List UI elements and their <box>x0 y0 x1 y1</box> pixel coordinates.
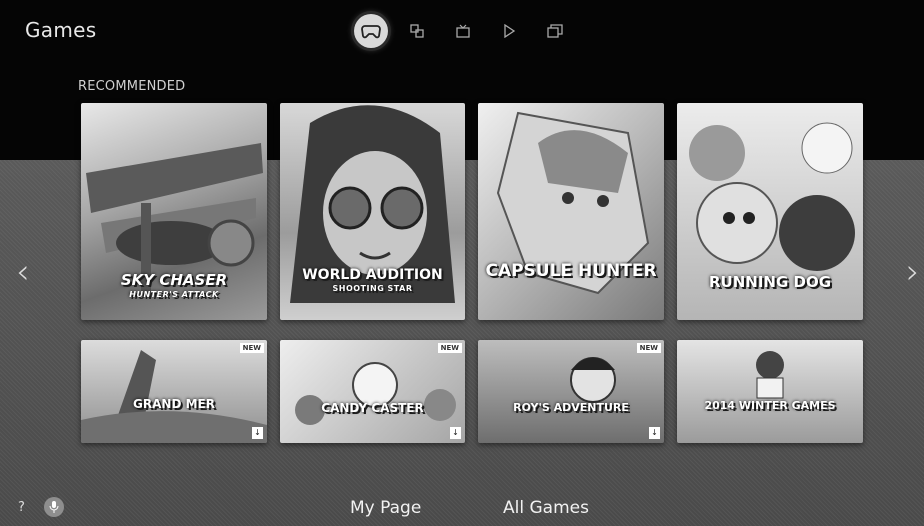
tile-art <box>478 103 664 320</box>
scroll-left-arrow[interactable]: ‹ <box>16 255 32 289</box>
apps-icon[interactable] <box>400 14 434 48</box>
download-icon: ↓ <box>252 427 263 439</box>
top-nav <box>354 14 584 48</box>
all-games-link[interactable]: All Games <box>503 498 589 518</box>
microphone-icon[interactable] <box>44 497 64 517</box>
download-icon: ↓ <box>649 427 660 439</box>
new-badge: NEW <box>636 343 661 353</box>
game-tile-running-dog[interactable]: RUNNING DOG <box>677 103 863 320</box>
tile-logo: SKY CHASER HUNTER'S ATTACK <box>120 271 228 299</box>
tile-art <box>280 340 465 443</box>
section-label-recommended: RECOMMENDED <box>78 79 186 94</box>
download-icon: ↓ <box>450 427 461 439</box>
app-title: Games <box>25 18 97 42</box>
tile-logo: ROY'S ADVENTURE <box>513 401 629 414</box>
game-tile-capsule-hunter[interactable]: CAPSULE HUNTER <box>478 103 664 320</box>
tile-logo: CAPSULE HUNTER <box>485 261 657 281</box>
new-badge: NEW <box>437 343 462 353</box>
game-tile-candy-caster[interactable]: NEW CANDY CASTER ↓ <box>280 340 465 443</box>
tile-art <box>677 340 863 443</box>
multi-screen-icon[interactable] <box>538 14 572 48</box>
tile-logo: 2014 WINTER GAMES <box>704 399 836 412</box>
tile-logo: RUNNING DOG <box>708 273 832 291</box>
my-page-link[interactable]: My Page <box>350 498 421 518</box>
tv-icon[interactable] <box>446 14 480 48</box>
scroll-right-arrow[interactable]: › <box>906 255 922 289</box>
tile-logo: GRAND MER <box>133 397 215 411</box>
tile-logo: WORLD AUDITION SHOOTING STAR <box>302 267 443 293</box>
play-icon[interactable] <box>492 14 526 48</box>
new-badge: NEW <box>239 343 264 353</box>
gamepad-icon[interactable] <box>354 14 388 48</box>
tile-art <box>478 340 664 443</box>
help-icon[interactable]: ? <box>18 500 25 515</box>
game-tile-world-audition[interactable]: WORLD AUDITION SHOOTING STAR <box>280 103 465 320</box>
tile-logo: CANDY CASTER <box>321 401 424 415</box>
game-tile-roys-adventure[interactable]: NEW ROY'S ADVENTURE ↓ <box>478 340 664 443</box>
game-tile-grand-mer[interactable]: NEW GRAND MER ↓ <box>81 340 267 443</box>
game-tile-sky-chaser[interactable]: SKY CHASER HUNTER'S ATTACK <box>81 103 267 320</box>
tile-art <box>81 340 267 443</box>
game-tile-winter-games[interactable]: 2014 WINTER GAMES <box>677 340 863 443</box>
